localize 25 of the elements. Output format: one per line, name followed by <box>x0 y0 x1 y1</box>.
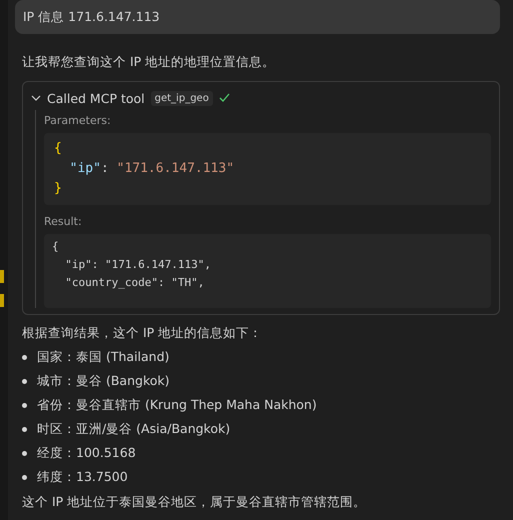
result-label: Result: <box>44 215 83 228</box>
tool-name-tag: get_ip_geo <box>150 90 213 106</box>
bullet-icon <box>22 402 27 408</box>
fact-text: 城市：曼谷 (Bangkok) <box>37 372 170 390</box>
fact-text: 时区：亚洲/曼谷 (Asia/Bangkok) <box>37 420 230 438</box>
summary-text: 根据查询结果，这个 IP 地址的信息如下： <box>22 325 264 342</box>
fact-text: 省份：曼谷直辖市 (Krung Thep Maha Nakhon) <box>37 396 317 414</box>
bullet-icon <box>22 378 27 384</box>
result-code-block: { "ip": "171.6.147.113", "country_code": "TH", <box>44 234 491 308</box>
fact-text: 纬度：13.7500 <box>37 468 128 486</box>
bullet-icon <box>22 474 27 480</box>
bullet-icon <box>22 426 27 432</box>
parameters-code-block: { "ip": "171.6.147.113" } <box>44 133 491 205</box>
intro-text: 让我帮您查询这个 IP 地址的地理位置信息。 <box>22 54 276 71</box>
conclusion-text: 这个 IP 地址位于泰国曼谷地区，属于曼谷直辖市管辖范围。 <box>22 494 368 511</box>
parameters-label: Parameters: <box>44 114 112 127</box>
fact-text: 国家：泰国 (Thailand) <box>37 348 170 366</box>
bullet-icon <box>22 354 27 360</box>
bullet-icon <box>22 450 27 456</box>
tool-call-label: Called MCP tool <box>47 90 145 106</box>
chevron-icon[interactable] <box>31 93 41 103</box>
change-marker <box>0 294 4 307</box>
fact-text: 经度：100.5168 <box>37 444 136 462</box>
change-marker <box>0 270 4 283</box>
user-message: IP 信息 171.6.147.113 <box>15 0 500 34</box>
